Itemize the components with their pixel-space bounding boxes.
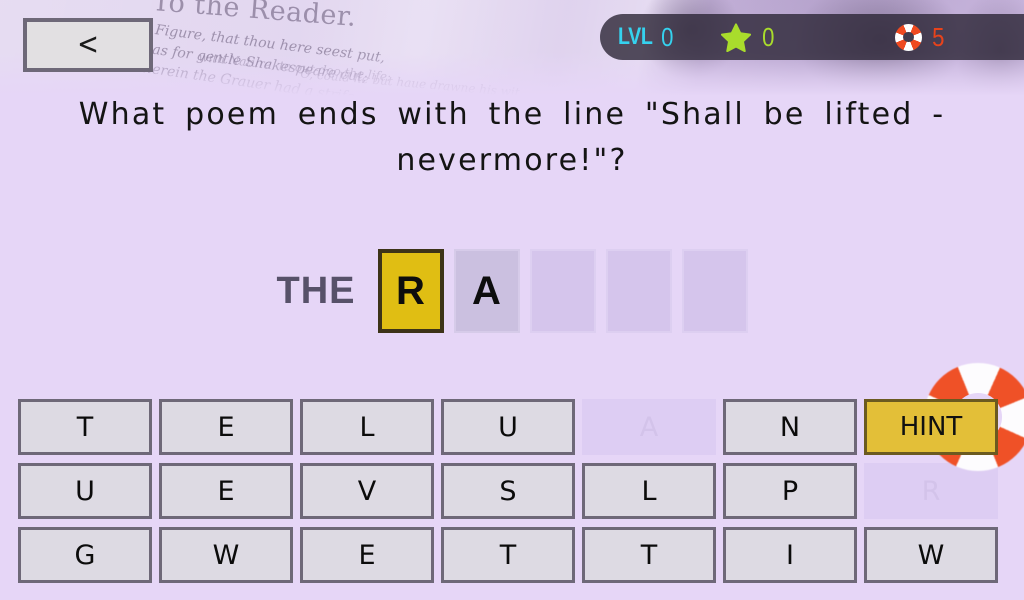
key-t-3[interactable]: T xyxy=(582,527,716,583)
answer-slot-letter: R xyxy=(396,268,425,313)
letter-keyboard: T E L U A N HINT U E V S L P R G W E T T… xyxy=(18,363,1024,591)
key-s[interactable]: S xyxy=(441,463,575,519)
hint-button[interactable]: HINT xyxy=(864,399,998,455)
chevron-left-icon: < xyxy=(77,27,99,63)
key-label: E xyxy=(217,475,235,507)
answer-slot-letter: A xyxy=(472,268,501,313)
key-label: P xyxy=(781,475,799,507)
key-t[interactable]: T xyxy=(18,399,152,455)
answer-slot-3[interactable] xyxy=(529,249,596,333)
key-label: W xyxy=(917,539,945,571)
answer-slot-1[interactable]: R xyxy=(377,249,444,333)
lifering-count: 5 xyxy=(932,21,945,52)
key-e-2[interactable]: E xyxy=(159,463,293,519)
folio-line-1: This Figure, that thou here seest put, xyxy=(120,17,386,67)
key-v[interactable]: V xyxy=(300,463,434,519)
answer-slot-2[interactable]: A xyxy=(453,249,520,333)
key-label: W xyxy=(212,539,240,571)
game-screen: To the Reader. This Figure, that thou he… xyxy=(0,0,1024,600)
key-label: N xyxy=(779,411,801,443)
key-i[interactable]: I xyxy=(723,527,857,583)
key-w[interactable]: W xyxy=(159,527,293,583)
key-u[interactable]: U xyxy=(441,399,575,455)
key-label: E xyxy=(358,539,376,571)
key-label: I xyxy=(786,539,794,571)
hint-cell: HINT xyxy=(864,363,1024,471)
key-label: R xyxy=(921,475,941,507)
key-label: G xyxy=(74,539,96,571)
key-label: L xyxy=(359,411,375,443)
level-value: 0 xyxy=(661,21,674,52)
answer-prefix: THE xyxy=(276,270,356,312)
key-t-2[interactable]: T xyxy=(441,527,575,583)
key-label: U xyxy=(498,411,518,443)
key-g[interactable]: G xyxy=(18,527,152,583)
star-count: 0 xyxy=(761,21,774,52)
key-a-used: A xyxy=(582,399,716,455)
status-bar: LVL 0 0 5 xyxy=(600,14,1024,60)
keyboard-row-1: T E L U A N HINT xyxy=(18,363,1024,471)
stars-indicator: 0 xyxy=(720,14,775,60)
level-label: LVL xyxy=(618,23,653,50)
key-e[interactable]: E xyxy=(159,399,293,455)
life-ring-icon xyxy=(894,23,922,51)
key-label: A xyxy=(639,411,659,443)
question-text: What poem ends with the line "Shall be l… xyxy=(78,97,946,178)
key-label: V xyxy=(357,475,377,507)
answer-row: THE R A xyxy=(0,248,1024,334)
answer-slot-4[interactable] xyxy=(605,249,672,333)
key-label: T xyxy=(640,539,658,571)
key-label: E xyxy=(217,411,235,443)
key-r-used: R xyxy=(864,463,998,519)
key-w-2[interactable]: W xyxy=(864,527,998,583)
folio-line-4: with Nature, to out-doo the life: xyxy=(197,49,392,85)
key-e-3[interactable]: E xyxy=(300,527,434,583)
answer-slot-5[interactable] xyxy=(681,249,748,333)
key-l[interactable]: L xyxy=(300,399,434,455)
key-label: S xyxy=(499,475,517,507)
keyboard-row-3: G W E T T I W xyxy=(18,527,1006,591)
key-u-2[interactable]: U xyxy=(18,463,152,519)
star-icon xyxy=(720,22,751,52)
key-l-2[interactable]: L xyxy=(582,463,716,519)
key-p[interactable]: P xyxy=(723,463,857,519)
level-indicator: LVL 0 xyxy=(618,14,675,60)
key-label: L xyxy=(641,475,657,507)
folio-title-text: To the Reader. xyxy=(151,0,358,33)
key-n[interactable]: N xyxy=(723,399,857,455)
folio-line-3: Wherein the Grauer had a strife xyxy=(127,58,356,96)
keyboard-row-2: U E V S L P R xyxy=(18,463,1006,527)
key-label: T xyxy=(76,411,94,443)
hint-label: HINT xyxy=(899,412,963,442)
folio-line-2: It was for gentle Shakespeare cut; xyxy=(124,38,369,86)
lifering-indicator: 5 xyxy=(894,14,945,60)
key-label: U xyxy=(75,475,95,507)
back-button[interactable]: < xyxy=(23,18,153,72)
key-label: T xyxy=(499,539,517,571)
